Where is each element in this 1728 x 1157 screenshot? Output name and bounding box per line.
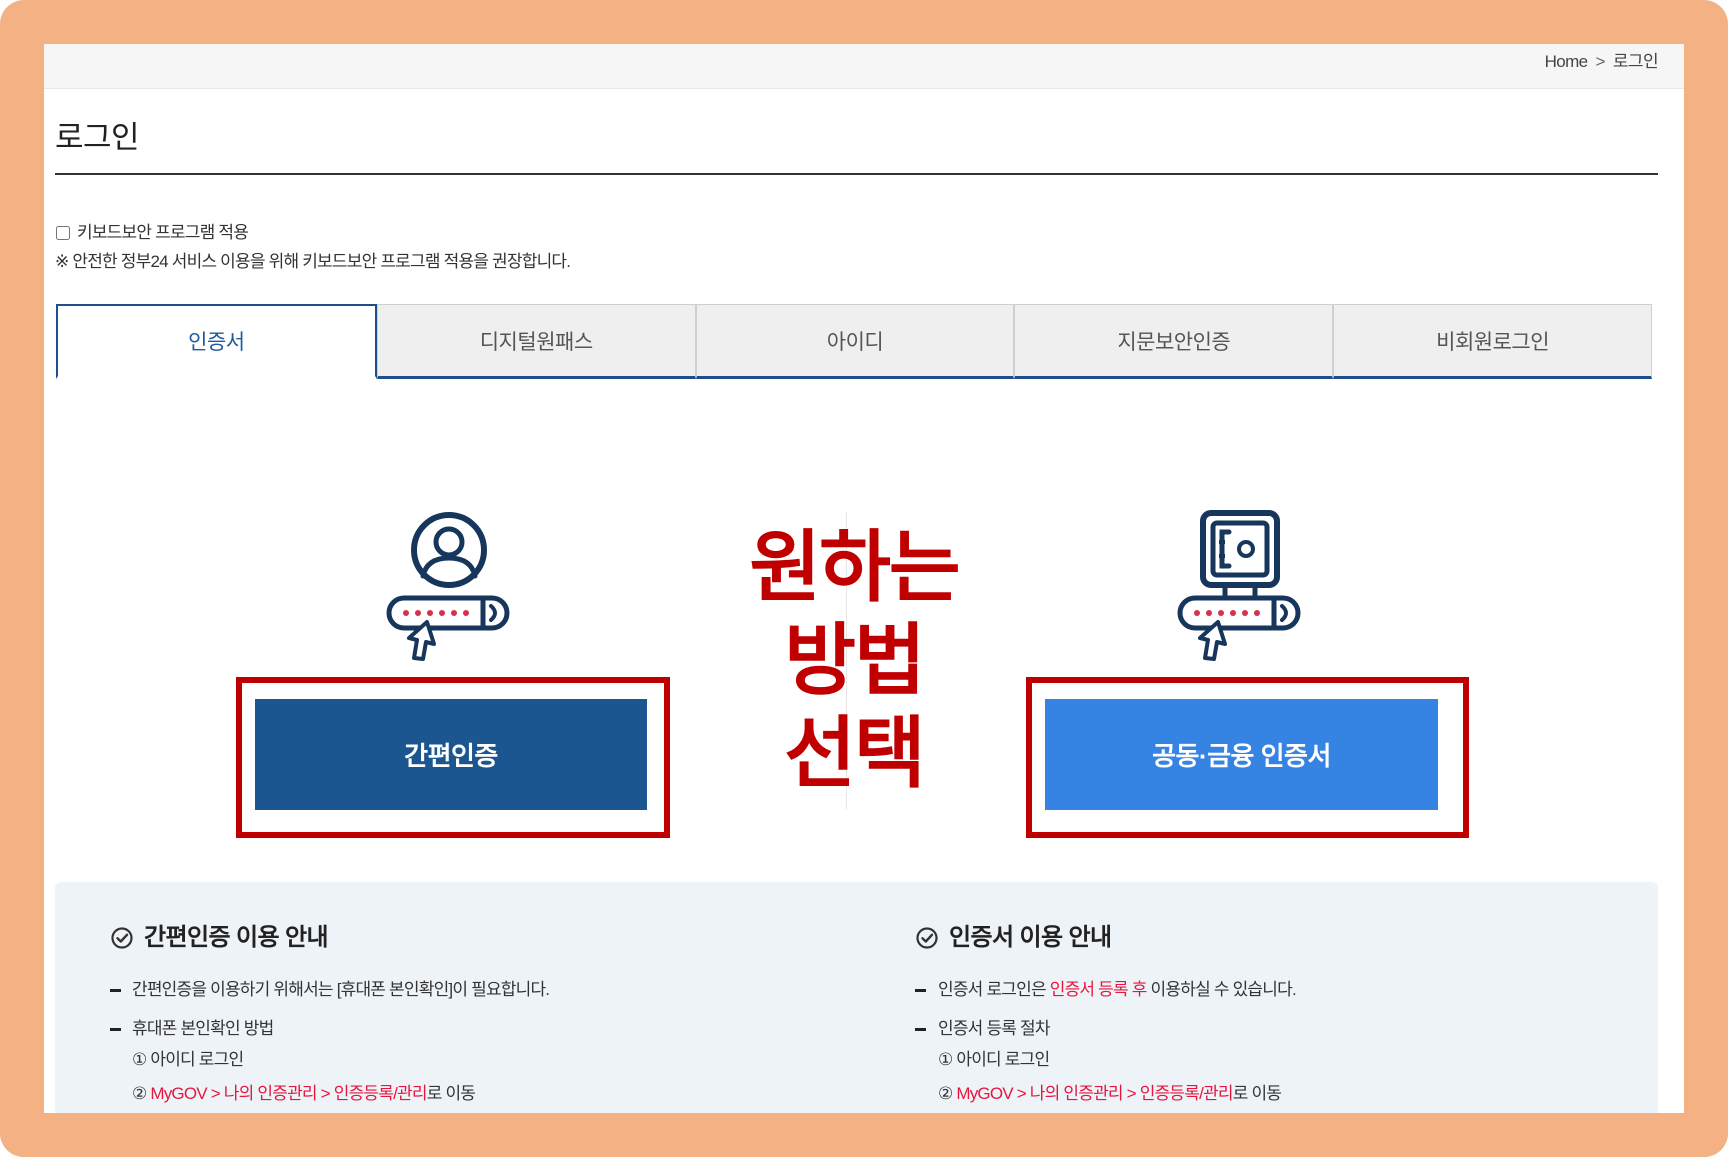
tab-id[interactable]: 아이디 <box>695 304 1015 379</box>
simple-guide-step: ② MyGOV > 나의 인증관리 > 인증등록/관리로 이동 <box>132 1082 476 1106</box>
tab-fingerprint[interactable]: 지문보안인증 <box>1014 304 1334 379</box>
item-text: 이용하실 수 있습니다. <box>1146 980 1297 999</box>
page-title: 로그인 <box>55 120 140 155</box>
cert-guide-title: 인증서 이용 안내 <box>949 924 1112 951</box>
cert-guide-item: 인증서 로그인은 인증서 등록 후 이용하실 수 있습니다. <box>938 978 1297 1002</box>
step-suffix: 로 이동 <box>426 1084 476 1103</box>
mygov-link[interactable]: MyGOV > 나의 인증관리 > 인증등록/관리 <box>150 1084 427 1103</box>
simple-auth-button[interactable]: 간편인증 <box>255 699 647 810</box>
tab-non-member[interactable]: 비회원로그인 <box>1333 304 1652 379</box>
login-method-tabs: 인증서 디지털원패스 아이디 지문보안인증 비회원로그인 <box>56 304 1652 379</box>
mygov-link[interactable]: MyGOV > 나의 인증관리 > 인증등록/관리 <box>956 1084 1233 1103</box>
breadcrumb-current: 로그인 <box>1612 52 1659 71</box>
breadcrumb-bar <box>44 44 1684 89</box>
breadcrumb: Home > 로그인 <box>1545 50 1659 74</box>
title-divider <box>55 173 1658 175</box>
simple-guide-item: 휴대폰 본인확인 방법 <box>132 1019 274 1038</box>
simple-guide-title: 간편인증 이용 안내 <box>144 924 329 951</box>
annotation-line: 원하는 <box>749 523 960 611</box>
tab-digital-onepass[interactable]: 디지털원패스 <box>376 304 696 379</box>
check-circle-icon <box>916 927 938 949</box>
keyboard-security-option[interactable]: 키보드보안 프로그램 적용 <box>56 222 249 244</box>
cert-guide-item: 인증서 등록 절차 <box>938 1019 1051 1038</box>
keyboard-security-checkbox[interactable] <box>56 226 70 240</box>
keyboard-security-note: ※ 안전한 정부24 서비스 이용을 위해 키보드보안 프로그램 적용을 권장합… <box>55 252 571 271</box>
chevron-right-icon: > <box>1595 52 1606 71</box>
simple-guide-step: ① 아이디 로그인 <box>132 1050 244 1069</box>
screenshot-frame: Home > 로그인 로그인 키보드보안 프로그램 적용 ※ 안전한 정부24 서비… <box>0 0 1728 1157</box>
keyboard-security-label: 키보드보안 프로그램 적용 <box>77 223 249 242</box>
bullet-dash <box>915 1028 926 1031</box>
tab-certificate[interactable]: 인증서 <box>56 304 377 379</box>
safe-password-icon <box>1177 510 1301 661</box>
simple-guide-item: 간편인증을 이용하기 위해서는 [휴대폰 본인확인]이 필요합니다. <box>132 980 550 999</box>
annotation-line: 방법 <box>784 616 926 704</box>
person-password-icon <box>386 512 510 661</box>
cert-guide-step: ① 아이디 로그인 <box>938 1050 1050 1069</box>
certificate-button[interactable]: 공동·금융 인증서 <box>1045 699 1438 810</box>
step-number: ② <box>132 1084 151 1103</box>
item-text: 인증서 로그인은 <box>938 980 1050 999</box>
item-highlight: 인증서 등록 후 <box>1049 980 1148 999</box>
check-circle-icon <box>111 927 133 949</box>
breadcrumb-home-link[interactable]: Home <box>1545 52 1589 71</box>
step-number: ② <box>938 1084 957 1103</box>
frame-bottom <box>0 1113 1728 1157</box>
bullet-dash <box>915 989 926 992</box>
step-suffix: 로 이동 <box>1232 1084 1282 1103</box>
annotation-line: 선택 <box>784 709 926 797</box>
bullet-dash <box>110 1028 121 1031</box>
cert-guide-step: ② MyGOV > 나의 인증관리 > 인증등록/관리로 이동 <box>938 1082 1282 1106</box>
bullet-dash <box>110 989 121 992</box>
annotation-text: 원하는 방법 선택 <box>724 521 984 800</box>
